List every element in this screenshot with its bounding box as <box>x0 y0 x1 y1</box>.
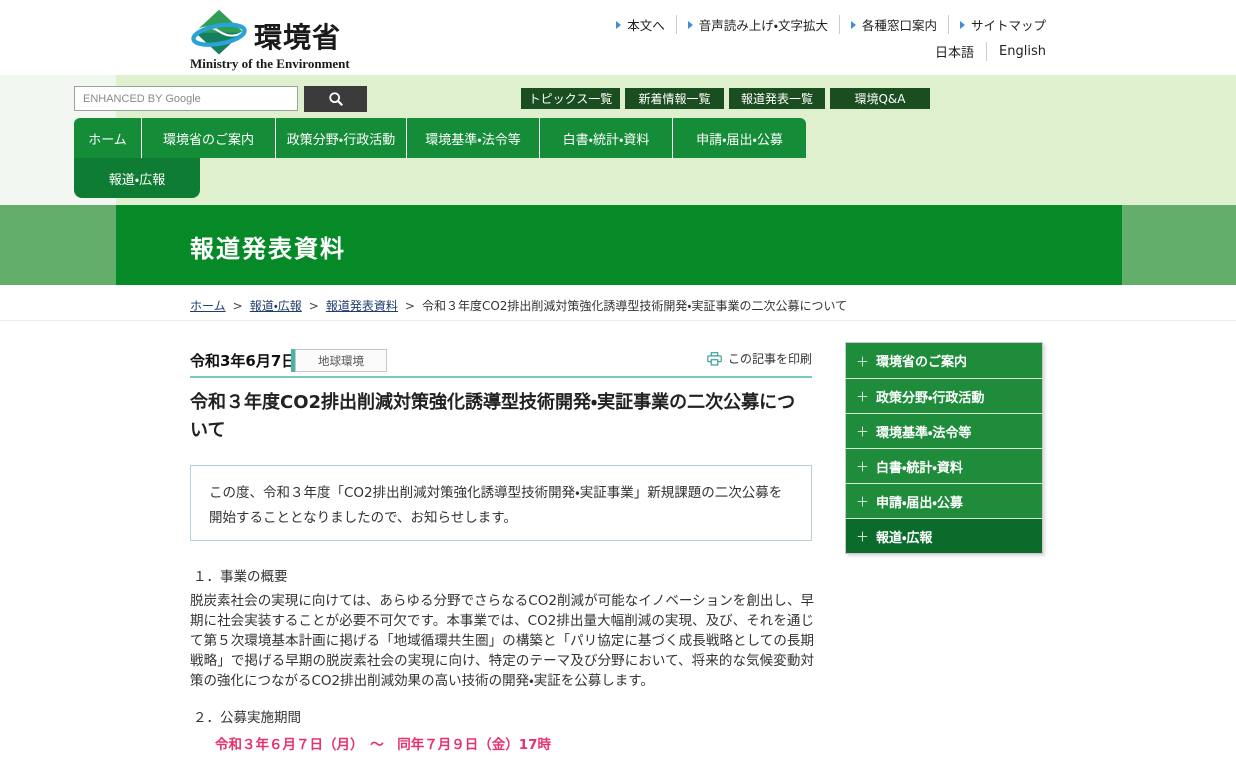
article-summary-text: この度、令和３年度「CO2排出削減対策強化誘導型技術開発・実証事業」新規課題の二… <box>209 485 782 526</box>
section-1-heading: １．事業の概要 <box>193 565 288 585</box>
sidebar-item-label: 白書・統計・資料 <box>876 457 963 476</box>
sidebar-item-label: 環境省のご案内 <box>876 351 967 370</box>
breadcrumb-press-releases[interactable]: 報道発表資料 <box>326 299 398 313</box>
sidebar-item-about-moe[interactable]: ＋ 環境省のご案内 <box>846 343 1042 378</box>
utility-link-main-content[interactable]: 本文へ <box>616 15 677 34</box>
arrow-right-icon <box>688 21 693 29</box>
quick-link-press-releases[interactable]: 報道発表一覧 <box>729 88 825 109</box>
utility-link-label: 本文へ <box>627 15 665 34</box>
sidebar-item-label: 政策分野・行政活動 <box>876 387 984 406</box>
sidebar-item-whitepapers-stats[interactable]: ＋ 白書・統計・資料 <box>846 448 1042 483</box>
expand-icon: ＋ <box>856 351 869 370</box>
expand-icon: ＋ <box>856 422 869 441</box>
lang-english[interactable]: English <box>987 44 1046 59</box>
header-band: トピックス一覧 新着情報一覧 報道発表一覧 環境Q&A ホーム 環境省のご案内 … <box>0 75 1236 205</box>
application-period-highlight: 令和３年６月７日（月） ～ 同年７月９日（金）17時 <box>215 733 551 753</box>
main-nav: ホーム 環境省のご案内 政策分野・行政活動 環境基準・法令等 白書・統計・資料 … <box>74 118 806 158</box>
nav-press-pr[interactable]: 報道・広報 <box>74 158 200 198</box>
sidebar-item-label: 環境基準・法令等 <box>876 422 971 441</box>
utility-link-label: 音声読み上げ・文字拡大 <box>699 15 828 34</box>
breadcrumb-press-pr[interactable]: 報道・広報 <box>250 299 302 313</box>
breadcrumb-current: 令和３年度CO2排出削減対策強化誘導型技術開発・実証事業の二次公募について <box>422 299 847 313</box>
section-1-body: 脱炭素社会の実現に向けては、あらゆる分野でさらなるCO2削減が可能なイノベーショ… <box>190 591 814 691</box>
sidebar-menu: ＋環境省のご案内 ＋政策分野・行政活動 ＋環境基準・法令等 ＋白書・統計・資料 … <box>845 342 1043 554</box>
expand-icon: ＋ <box>856 457 869 476</box>
quick-link-whats-new[interactable]: 新着情報一覧 <box>625 88 724 109</box>
expand-icon: ＋ <box>856 492 869 511</box>
sidebar-item-applications[interactable]: ＋ 申請・届出・公募 <box>846 483 1042 518</box>
logo-subtitle: Ministry of the Environment <box>190 56 350 72</box>
sidebar-item-policy-activities[interactable]: ＋ 政策分野・行政活動 <box>846 378 1042 413</box>
nav-policy-activities[interactable]: 政策分野・行政活動 <box>276 118 407 158</box>
sidebar-item-label: 申請・届出・公募 <box>876 492 963 511</box>
arrow-right-icon <box>616 21 621 29</box>
utility-link-sitemap[interactable]: サイトマップ <box>949 15 1046 34</box>
article-divider <box>190 376 812 378</box>
language-nav: 日本語 English <box>923 42 1046 61</box>
breadcrumb-home[interactable]: ホーム <box>190 299 226 313</box>
article-summary-box: この度、令和３年度「CO2排出削減対策強化誘導型技術開発・実証事業」新規課題の二… <box>190 465 812 541</box>
nav-applications[interactable]: 申請・届出・公募 <box>673 118 806 158</box>
breadcrumb: ホーム > 報道・広報 > 報道発表資料 > 令和３年度CO2排出削減対策強化誘導型技術開発… <box>190 297 1190 314</box>
nav-home[interactable]: ホーム <box>74 118 142 158</box>
logo-title: 環境省 <box>254 16 341 56</box>
banner-left-accent <box>0 205 116 285</box>
search-input[interactable] <box>74 86 298 111</box>
category-badge-label: 地球環境 <box>295 349 387 372</box>
lang-japanese[interactable]: 日本語 <box>923 42 987 61</box>
utility-link-label: サイトマップ <box>971 15 1046 34</box>
page: 環境省 Ministry of the Environment 本文へ 音声読み… <box>0 0 1236 760</box>
breadcrumb-separator: > <box>309 299 319 313</box>
breadcrumb-separator: > <box>405 299 415 313</box>
site-header: 環境省 Ministry of the Environment 本文へ 音声読み… <box>0 0 1236 75</box>
breadcrumb-separator: > <box>233 299 243 313</box>
site-logo[interactable]: 環境省 Ministry of the Environment <box>190 6 360 72</box>
utility-link-contact-guide[interactable]: 各種窓口案内 <box>840 15 949 34</box>
search-button[interactable] <box>304 86 367 112</box>
nav-about-moe[interactable]: 環境省のご案内 <box>142 118 276 158</box>
expand-icon: ＋ <box>856 387 869 406</box>
quick-link-topics[interactable]: トピックス一覧 <box>521 88 620 109</box>
utility-nav: 本文へ 音声読み上げ・文字拡大 各種窓口案内 サイトマップ <box>616 15 1046 34</box>
sidebar-item-label: 報道・広報 <box>876 527 932 546</box>
sidebar-item-standards-laws[interactable]: ＋ 環境基準・法令等 <box>846 413 1042 448</box>
print-article-label: この記事を印刷 <box>728 350 812 367</box>
quick-link-env-qa[interactable]: 環境Q&A <box>830 88 930 109</box>
utility-link-accessibility[interactable]: 音声読み上げ・文字拡大 <box>677 15 840 34</box>
section-2-heading: ２．公募実施期間 <box>193 706 301 726</box>
moe-logo-icon <box>190 8 248 58</box>
page-banner: 報道発表資料 <box>0 205 1236 285</box>
printer-icon <box>707 352 722 366</box>
sidebar-item-press-pr[interactable]: ＋ 報道・広報 <box>846 518 1042 553</box>
page-title: 報道発表資料 <box>190 229 346 264</box>
banner-right-accent <box>1122 205 1236 285</box>
article-title: 令和３年度CO2排出削減対策強化誘導型技術開発・実証事業の二次公募について <box>190 389 810 445</box>
print-article-link[interactable]: この記事を印刷 <box>707 350 812 367</box>
arrow-right-icon <box>960 21 965 29</box>
nav-standards-laws[interactable]: 環境基準・法令等 <box>407 118 540 158</box>
category-badge[interactable]: 地球環境 <box>291 349 387 372</box>
utility-link-label: 各種窓口案内 <box>862 15 937 34</box>
expand-icon: ＋ <box>856 527 869 546</box>
search-icon <box>328 91 344 107</box>
content-divider <box>0 320 1236 321</box>
article-date: 令和3年6月7日 <box>190 350 296 371</box>
arrow-right-icon <box>851 21 856 29</box>
nav-whitepapers-stats[interactable]: 白書・統計・資料 <box>540 118 673 158</box>
